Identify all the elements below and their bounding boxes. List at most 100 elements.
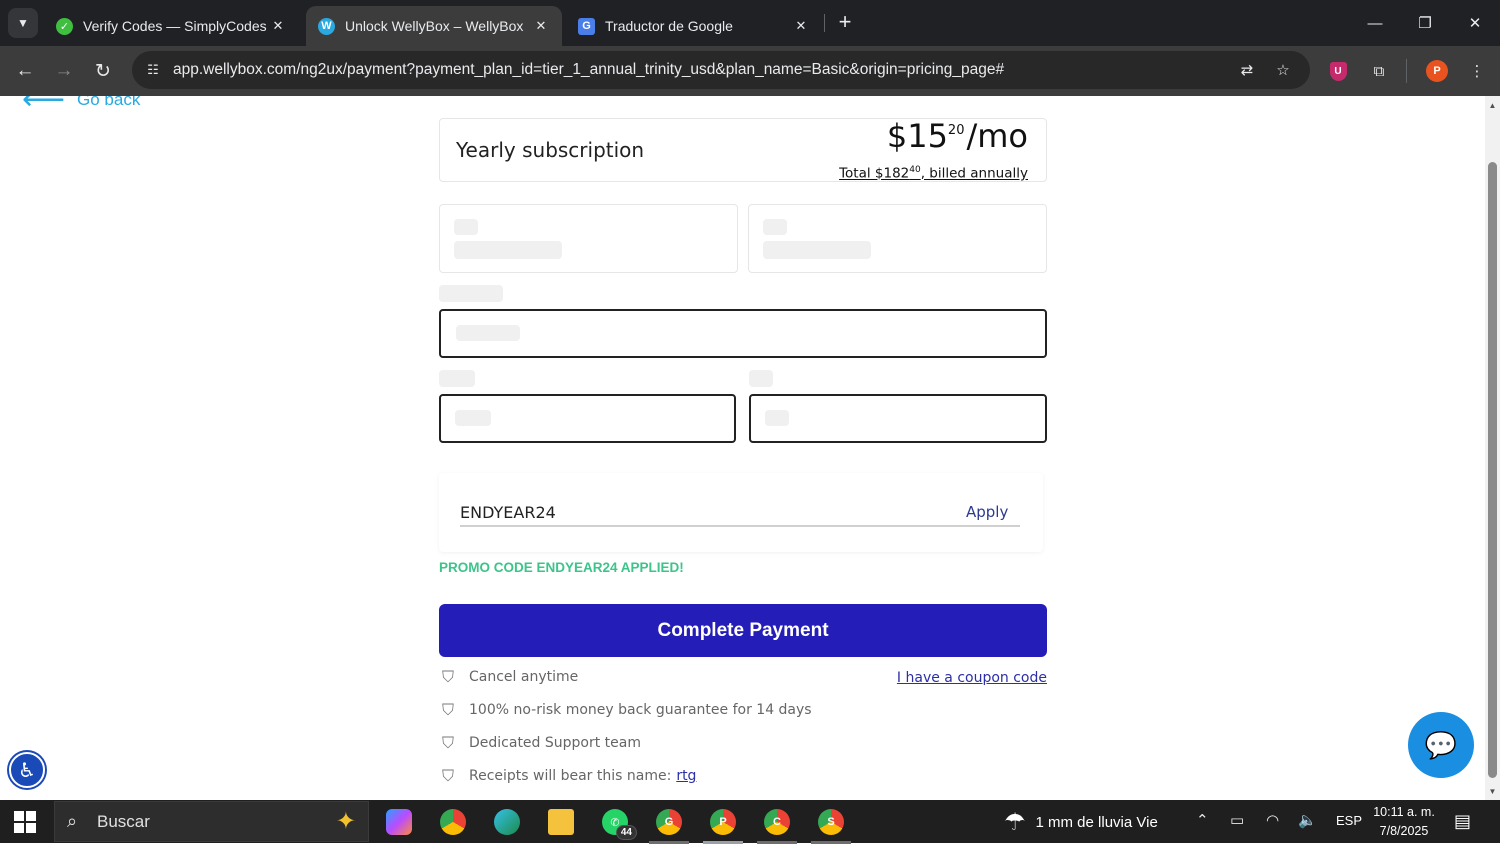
skeleton-bar: [456, 325, 520, 341]
translate-icon[interactable]: ⇄: [1235, 59, 1259, 81]
skeleton-label: [749, 370, 773, 387]
back-button[interactable]: ←: [10, 56, 40, 86]
extension-shield-button[interactable]: U: [1325, 58, 1351, 84]
chevron-down-icon: ▼: [17, 16, 29, 30]
tab-google-translate[interactable]: G Traductor de Google ✕: [566, 6, 822, 46]
tab-simplycodes[interactable]: ✓ Verify Codes — SimplyCodes ✕: [44, 6, 299, 46]
taskbar-whatsapp[interactable]: ✆ 44: [595, 804, 637, 840]
taskbar-chrome[interactable]: [433, 804, 473, 840]
promo-code-input[interactable]: [460, 499, 1020, 527]
folder-icon: [548, 809, 574, 835]
tab-separator: [824, 14, 825, 32]
taskbar-chrome-profile-p[interactable]: P: [703, 804, 743, 844]
windows-logo-icon: [14, 823, 24, 833]
payment-method-card-skeleton[interactable]: [439, 204, 738, 273]
minimize-button[interactable]: —: [1350, 0, 1400, 46]
tab-search-button[interactable]: ▼: [8, 8, 38, 38]
input-language[interactable]: ESP: [1336, 813, 1362, 828]
taskbar-chrome-profile-s[interactable]: S: [811, 804, 851, 844]
coupon-code-link[interactable]: I have a coupon code: [897, 670, 1047, 686]
wifi-icon[interactable]: ◠: [1266, 811, 1279, 829]
avatar: P: [1426, 60, 1448, 82]
clock-time: 10:11 a. m.: [1373, 805, 1435, 819]
system-clock[interactable]: 10:11 a. m. 7/8/2025: [1366, 803, 1442, 841]
reload-button[interactable]: ↻: [88, 56, 118, 86]
arrow-left-icon: ⟵: [22, 96, 66, 116]
address-url[interactable]: app.wellybox.com/ng2ux/payment?payment_p…: [173, 61, 1004, 79]
accessibility-icon: ♿: [18, 759, 36, 782]
cvc-field-skeleton[interactable]: [749, 394, 1047, 443]
chat-widget-button[interactable]: 💬: [1408, 712, 1474, 778]
taskbar-file-explorer[interactable]: [541, 804, 581, 840]
promo-applied-message: PROMO CODE ENDYEAR24 APPLIED!: [439, 560, 684, 575]
arrow-left-icon: ←: [15, 60, 35, 81]
browser-toolbar: ← → ↻ ☷ app.wellybox.com/ng2ux/payment?p…: [0, 46, 1500, 96]
windows-logo-icon: [26, 823, 36, 833]
start-button[interactable]: [14, 811, 36, 833]
shield-check-icon: ⛉: [441, 667, 454, 686]
apply-promo-button[interactable]: Apply: [966, 503, 1008, 521]
total-suffix: , billed annually: [920, 165, 1028, 182]
skeleton-bar: [763, 241, 871, 259]
feature-text: 100% no-risk money back guarantee for 14…: [469, 702, 812, 718]
promo-code-box: Apply: [439, 473, 1043, 552]
chrome-icon: C: [764, 809, 790, 835]
show-hidden-icons-button[interactable]: ⌃: [1196, 811, 1209, 829]
tab-wellybox[interactable]: W Unlock WellyBox – WellyBox ✕: [306, 6, 562, 46]
go-back-label: Go back: [77, 96, 141, 109]
close-icon[interactable]: ✕: [792, 18, 810, 34]
taskbar-copilot[interactable]: [379, 804, 419, 840]
weather-widget[interactable]: ☂ 1 mm de lluvia Vie: [1004, 808, 1158, 837]
browser-menu-button[interactable]: ⋮: [1464, 58, 1490, 84]
bookmark-star-icon[interactable]: ☆: [1271, 59, 1295, 81]
shield-check-icon: ⛉: [441, 700, 454, 719]
taskbar-edge[interactable]: [487, 804, 527, 840]
address-bar[interactable]: ☷ app.wellybox.com/ng2ux/payment?payment…: [132, 51, 1310, 89]
site-info-icon[interactable]: ☷: [142, 59, 164, 81]
tab-title: Verify Codes — SimplyCodes: [83, 18, 267, 34]
skeleton-bar: [455, 410, 491, 426]
skeleton-bar: [454, 241, 562, 259]
chrome-icon: S: [818, 809, 844, 835]
payment-method-card-skeleton[interactable]: [748, 204, 1047, 273]
shield-check-icon: ⛉: [441, 733, 454, 752]
chevron-up-icon: ⌃: [1196, 812, 1209, 829]
close-icon[interactable]: ✕: [269, 18, 287, 34]
feature-item: ⛉ Cancel anytime: [439, 667, 578, 686]
taskbar-chrome-profile-g[interactable]: G: [649, 804, 689, 844]
notification-center-icon[interactable]: ▤: [1454, 811, 1471, 832]
google-translate-icon: G: [578, 17, 595, 35]
accessibility-button[interactable]: ♿: [9, 752, 45, 788]
wellybox-icon: W: [318, 17, 335, 35]
skeleton-bar: [765, 410, 789, 426]
windows-logo-icon: [14, 811, 24, 821]
page-scrollbar[interactable]: ▲ ▼: [1485, 96, 1500, 800]
feature-text: Receipts will bear this name:: [469, 768, 672, 784]
skeleton-bar: [763, 219, 787, 235]
profile-button[interactable]: P: [1424, 58, 1450, 84]
scrollbar-thumb[interactable]: [1488, 162, 1497, 778]
receipt-name-link[interactable]: rtg: [676, 768, 696, 784]
total-cents: 40: [909, 165, 921, 175]
scroll-up-arrow[interactable]: ▲: [1485, 98, 1500, 112]
page-viewport: ⟵ Go back Yearly subscription $15 20/mo T…: [0, 96, 1500, 800]
simplycodes-icon: ✓: [56, 17, 73, 35]
new-tab-button[interactable]: +: [832, 8, 858, 38]
restore-button[interactable]: ❐: [1400, 0, 1450, 46]
complete-payment-button[interactable]: Complete Payment: [439, 604, 1047, 657]
go-back-link[interactable]: ⟵ Go back: [22, 96, 140, 117]
forward-button[interactable]: →: [49, 56, 79, 86]
expiry-field-skeleton[interactable]: [439, 394, 736, 443]
meet-now-icon[interactable]: ▭: [1230, 811, 1244, 829]
taskbar-search[interactable]: ⌕ Buscar ✦: [54, 801, 369, 842]
close-window-button[interactable]: ✕: [1450, 0, 1500, 46]
taskbar-chrome-profile-c[interactable]: C: [757, 804, 797, 844]
extensions-button[interactable]: ⧉: [1366, 58, 1392, 84]
edge-icon: [494, 809, 520, 835]
price-cents: 20: [947, 123, 965, 138]
volume-icon[interactable]: 🔈: [1298, 811, 1317, 829]
tab-title: Traductor de Google: [605, 18, 733, 34]
card-number-field-skeleton[interactable]: [439, 309, 1047, 358]
scroll-down-arrow[interactable]: ▼: [1485, 784, 1500, 798]
close-icon[interactable]: ✕: [532, 18, 550, 34]
